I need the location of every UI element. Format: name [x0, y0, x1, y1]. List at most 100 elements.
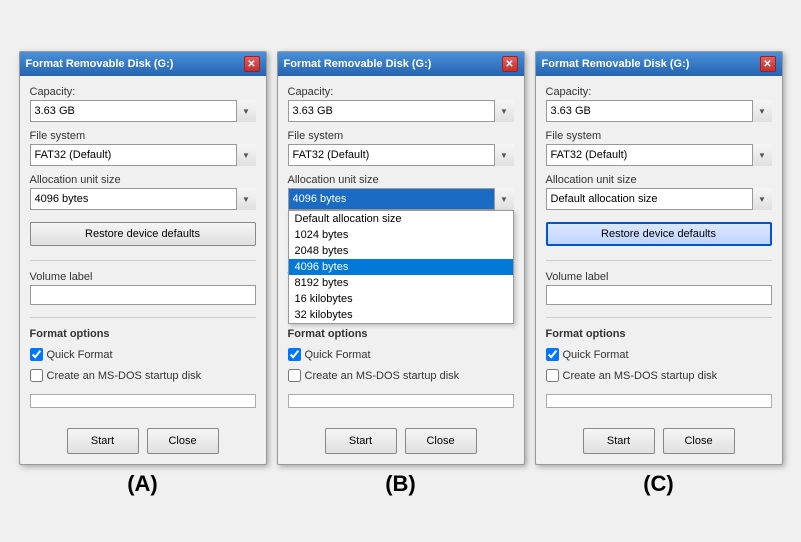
filesystem-select[interactable]: FAT32 (Default) [546, 144, 772, 166]
filesystem-label: File system [546, 130, 772, 142]
capacity-select[interactable]: 3.63 GB [288, 100, 514, 122]
dialog-label-C: (C) [535, 471, 783, 497]
start-button[interactable]: Start [67, 428, 139, 454]
capacity-label: Capacity: [30, 86, 256, 98]
progress-bar [546, 394, 772, 408]
quick-format-checkbox[interactable] [288, 348, 301, 361]
format-options-label: Format options [288, 328, 514, 340]
dialog-label-B: (B) [277, 471, 525, 497]
allocation-dropdown-item[interactable]: Default allocation size [289, 211, 513, 227]
dialog-B: Format Removable Disk (G:)✕Capacity:3.63… [277, 51, 525, 465]
msdos-row: Create an MS-DOS startup disk [30, 369, 256, 382]
msdos-checkbox[interactable] [546, 369, 559, 382]
quick-format-checkbox[interactable] [546, 348, 559, 361]
dialog-A: Format Removable Disk (G:) ✕ Capacity: 3.63… [19, 51, 267, 465]
quick-format-row: Quick Format [546, 348, 772, 361]
capacity-label: Capacity: [288, 86, 514, 98]
allocation-dropdown-item[interactable]: 16 kilobytes [289, 291, 513, 307]
capacity-select-wrapper: 3.63 GB▼ [546, 100, 772, 122]
restore-defaults-button[interactable]: Restore device defaults [546, 222, 772, 246]
filesystem-group: File system FAT32 (Default)▼ [546, 130, 772, 166]
msdos-row: Create an MS-DOS startup disk [546, 369, 772, 382]
filesystem-select-wrapper: FAT32 (Default)▼ [288, 144, 514, 166]
allocation-dropdown-item[interactable]: 1024 bytes [289, 227, 513, 243]
quick-format-checkbox[interactable] [30, 348, 43, 361]
progress-bar [30, 394, 256, 408]
allocation-select-wrapper: 4096 bytes▼ [288, 188, 514, 210]
filesystem-select-wrapper: FAT32 (Default)▼ [546, 144, 772, 166]
filesystem-group: File system FAT32 (Default)▼ [288, 130, 514, 166]
allocation-group: Allocation unit size4096 bytes▼Default a… [288, 174, 514, 210]
capacity-select[interactable]: 3.63 GB [30, 100, 256, 122]
dialog-title: Format Removable Disk (G:) [26, 58, 174, 70]
quick-format-label: Quick Format [563, 349, 629, 361]
allocation-group: Allocation unit size 4096 bytes▼ [30, 174, 256, 210]
volume-group: Volume label [546, 271, 772, 305]
start-button[interactable]: Start [583, 428, 655, 454]
filesystem-label: File system [30, 130, 256, 142]
divider [30, 260, 256, 261]
volume-label-input[interactable] [30, 285, 256, 305]
dialog-body: Capacity: 3.63 GB▼ File system FAT32 (Defau… [278, 76, 524, 422]
volume-label: Volume label [546, 271, 772, 283]
allocation-select-wrapper: 4096 bytes▼ [30, 188, 256, 210]
msdos-checkbox[interactable] [30, 369, 43, 382]
dialog-body: Capacity:3.63 GB▼ File system FAT32 (Defau… [536, 76, 782, 422]
filesystem-select[interactable]: FAT32 (Default) [288, 144, 514, 166]
restore-defaults-button[interactable]: Restore device defaults [30, 222, 256, 246]
allocation-dropdown-item[interactable]: 4096 bytes [289, 259, 513, 275]
msdos-label: Create an MS-DOS startup disk [47, 370, 202, 382]
dialog-footer: Start Close [20, 422, 266, 464]
filesystem-group: File system FAT32 (Default)▼ [30, 130, 256, 166]
dialog-footer: Start Close [278, 422, 524, 464]
dialog-body: Capacity: 3.63 GB▼ File system FAT32 (Defau… [20, 76, 266, 422]
dialogs-container: Format Removable Disk (G:) ✕ Capacity: 3.63… [9, 41, 793, 465]
capacity-group: Capacity: 3.63 GB▼ [288, 86, 514, 122]
filesystem-select-wrapper: FAT32 (Default)▼ [30, 144, 256, 166]
capacity-select-wrapper: 3.63 GB▼ [288, 100, 514, 122]
progress-bar [288, 394, 514, 408]
allocation-label: Allocation unit size [546, 174, 772, 186]
volume-label-input[interactable] [546, 285, 772, 305]
dialog-footer: Start Close [536, 422, 782, 464]
quick-format-label: Quick Format [305, 349, 371, 361]
filesystem-label: File system [288, 130, 514, 142]
capacity-select-wrapper: 3.63 GB▼ [30, 100, 256, 122]
divider [546, 317, 772, 318]
close-button[interactable]: Close [147, 428, 219, 454]
quick-format-label: Quick Format [47, 349, 113, 361]
allocation-dropdown-list: Default allocation size1024 bytes2048 by… [288, 210, 514, 324]
volume-label: Volume label [30, 271, 256, 283]
capacity-group: Capacity:3.63 GB▼ [546, 86, 772, 122]
dialog-C: Format Removable Disk (G:) ✕ Capacity:3.63… [535, 51, 783, 465]
allocation-dropdown-item[interactable]: 8192 bytes [289, 275, 513, 291]
close-icon[interactable]: ✕ [244, 56, 260, 72]
msdos-label: Create an MS-DOS startup disk [305, 370, 460, 382]
dialog-titlebar: Format Removable Disk (G:) ✕ [536, 52, 782, 76]
labels-row: (A) (B) (C) [9, 465, 793, 501]
start-button[interactable]: Start [325, 428, 397, 454]
filesystem-select[interactable]: FAT32 (Default) [30, 144, 256, 166]
close-button[interactable]: Close [663, 428, 735, 454]
dialog-titlebar: Format Removable Disk (G:) ✕ [20, 52, 266, 76]
format-options-label: Format options [30, 328, 256, 340]
allocation-select[interactable]: 4096 bytes [288, 188, 514, 210]
dialog-label-A: (A) [19, 471, 267, 497]
divider [546, 260, 772, 261]
allocation-group: Allocation unit size Default allocation s… [546, 174, 772, 210]
allocation-dropdown-item[interactable]: 2048 bytes [289, 243, 513, 259]
close-icon[interactable]: ✕ [760, 56, 776, 72]
allocation-select[interactable]: 4096 bytes [30, 188, 256, 210]
dialog-title: Format Removable Disk (G:) [542, 58, 690, 70]
capacity-group: Capacity: 3.63 GB▼ [30, 86, 256, 122]
volume-group: Volume label [30, 271, 256, 305]
quick-format-row: Quick Format [30, 348, 256, 361]
allocation-label: Allocation unit size [30, 174, 256, 186]
close-button[interactable]: Close [405, 428, 477, 454]
allocation-dropdown-overlay: 4096 bytes▼Default allocation size1024 b… [288, 188, 514, 210]
msdos-checkbox[interactable] [288, 369, 301, 382]
allocation-select[interactable]: Default allocation size [546, 188, 772, 210]
close-icon[interactable]: ✕ [502, 56, 518, 72]
capacity-select[interactable]: 3.63 GB [546, 100, 772, 122]
allocation-dropdown-item[interactable]: 32 kilobytes [289, 307, 513, 323]
